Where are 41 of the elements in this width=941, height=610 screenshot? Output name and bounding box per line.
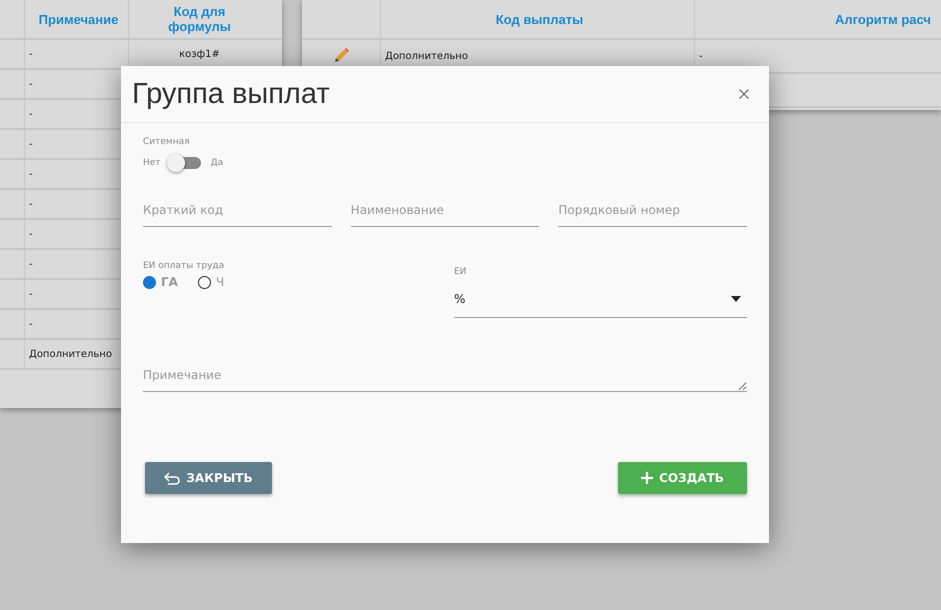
create-button[interactable]: СОЗДАТЬ (618, 462, 747, 494)
toggle-option: Нет (143, 158, 161, 168)
table-cell: Дополнительно (385, 50, 468, 62)
table-cell: - (29, 168, 33, 180)
input-field[interactable]: Порядковый номер (558, 197, 748, 227)
select-field[interactable]: % (454, 281, 747, 318)
column-header[interactable]: Код для формулы (160, 4, 240, 34)
close-button[interactable] (737, 87, 751, 101)
pencil-icon[interactable] (332, 47, 350, 65)
table-cell: козф1# (179, 48, 220, 60)
table-cell: - (29, 228, 33, 240)
text-area[interactable]: Примечание (143, 358, 747, 392)
radio-label: Ч (216, 275, 224, 289)
input-field[interactable]: Наименование (350, 197, 540, 227)
table-cell: - (699, 50, 703, 62)
select-label: ЕИ (454, 267, 466, 277)
table-cell: - (29, 258, 33, 270)
table-cell: - (29, 78, 33, 90)
toggle-option: Да (210, 158, 224, 168)
radio-group-label: ЕИ оплаты труда (143, 261, 224, 271)
dialog-title: Группа выплат (132, 78, 330, 110)
return-arrow-icon (164, 472, 180, 484)
column-header[interactable]: Алгоритм расч (835, 12, 931, 26)
column-header[interactable]: Код выплаты (496, 12, 584, 26)
radio-button[interactable] (198, 276, 211, 288)
plus-icon (641, 472, 654, 484)
dropdown-arrow-icon (731, 296, 741, 302)
input-field[interactable]: Краткий код (143, 197, 332, 227)
table-cell: - (29, 288, 33, 300)
radio-label: ГА (161, 275, 178, 289)
column-header[interactable]: Примечание (38, 12, 118, 26)
close-button[interactable]: ЗАКРЫТЬ (145, 462, 272, 494)
table-cell: Дополнительно (29, 348, 112, 360)
table-cell: - (29, 108, 33, 120)
close-icon (739, 89, 749, 99)
toggle-label: Ситемная (143, 137, 190, 147)
table-cell: - (29, 48, 33, 60)
table-cell: - (29, 198, 33, 210)
table-cell: - (29, 318, 33, 330)
table-cell: - (29, 138, 33, 150)
radio-button[interactable] (143, 276, 156, 288)
